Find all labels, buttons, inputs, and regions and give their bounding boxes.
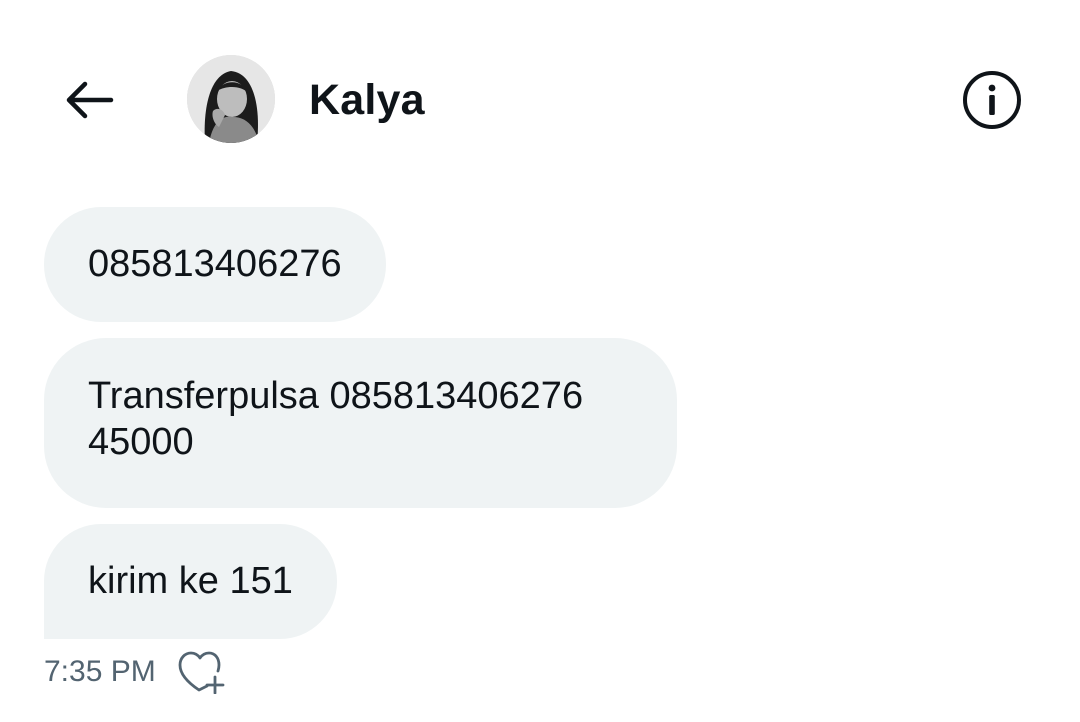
message-bubble[interactable]: Transferpulsa 085813406276 45000	[44, 338, 677, 508]
conversation-header: Kalya	[0, 0, 1080, 190]
message-meta: 7:35 PM	[44, 650, 226, 694]
dm-conversation-screen: Kalya 085813406276 Transferpulsa 0858134…	[0, 0, 1080, 722]
heart-plus-icon	[178, 651, 225, 694]
message-timestamp: 7:35 PM	[44, 655, 156, 688]
message-bubble[interactable]: kirim ke 151	[44, 524, 337, 639]
avatar-photo	[187, 55, 275, 143]
contact-name[interactable]: Kalya	[309, 74, 425, 126]
arrow-left-icon	[66, 81, 114, 119]
react-button[interactable]	[176, 650, 226, 694]
back-button[interactable]	[58, 70, 120, 130]
info-circle-icon	[963, 71, 1021, 129]
message-bubble[interactable]: 085813406276	[44, 207, 386, 322]
conversation-info-button[interactable]	[960, 68, 1024, 132]
avatar[interactable]	[187, 55, 275, 143]
